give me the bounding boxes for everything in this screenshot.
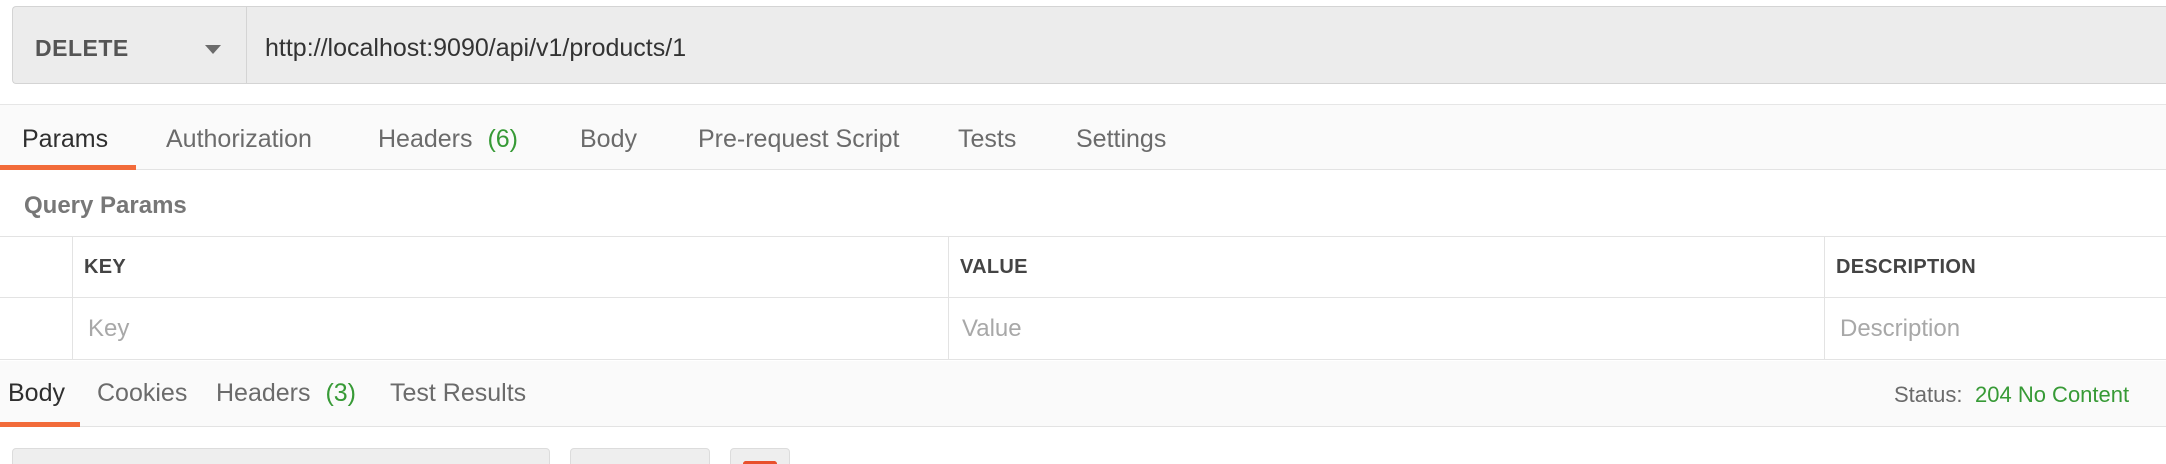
response-tab-body[interactable]: Body — [8, 361, 65, 427]
active-tab-indicator — [0, 165, 136, 170]
status-label: Status: — [1894, 382, 1963, 407]
headers-count: (6) — [487, 125, 519, 153]
tab-label: Tests — [958, 125, 1017, 153]
column-header-key: KEY — [84, 256, 127, 278]
description-input[interactable]: Description — [1840, 315, 1960, 343]
response-tabs: Body Cookies Headers (3) Test Results St… — [0, 361, 2166, 427]
tab-tests[interactable]: Tests — [958, 105, 1016, 171]
tab-body[interactable]: Body — [580, 105, 637, 171]
active-tab-indicator — [0, 422, 80, 427]
tab-label: Settings — [1076, 125, 1167, 153]
request-url-bar: DELETE http://localhost:9090/api/v1/prod… — [0, 0, 2166, 104]
tab-headers[interactable]: Headers (6) — [378, 105, 518, 171]
tab-pre-request-script[interactable]: Pre-request Script — [698, 105, 899, 171]
value-input[interactable]: Value — [962, 315, 1022, 343]
method-select[interactable]: DELETE — [12, 6, 246, 84]
tab-label: Body — [8, 379, 65, 407]
tab-label: Test Results — [390, 379, 527, 407]
tab-label: Headers — [378, 125, 473, 153]
tab-label: Headers — [216, 379, 311, 407]
column-header-value: VALUE — [960, 256, 1028, 278]
tab-label: Cookies — [97, 379, 188, 407]
key-input[interactable]: Key — [88, 315, 129, 343]
tab-settings[interactable]: Settings — [1076, 105, 1166, 171]
query-params-title: Query Params — [24, 192, 187, 219]
column-divider — [1824, 236, 1825, 360]
tab-label: Authorization — [166, 125, 312, 153]
response-tab-cookies[interactable]: Cookies — [97, 361, 187, 427]
tab-params[interactable]: Params — [22, 105, 108, 171]
column-divider — [948, 236, 949, 360]
response-tab-headers[interactable]: Headers (3) — [216, 361, 356, 427]
response-view-button[interactable] — [570, 448, 710, 464]
url-input[interactable]: http://localhost:9090/api/v1/products/1 — [246, 6, 2166, 84]
query-params-table: KEY VALUE DESCRIPTION Key Value Descript… — [0, 236, 2166, 360]
tab-label: Body — [580, 125, 637, 153]
column-header-description: DESCRIPTION — [1836, 256, 1976, 278]
tab-authorization[interactable]: Authorization — [166, 105, 312, 171]
tab-label: Pre-request Script — [698, 125, 900, 153]
url-text: http://localhost:9090/api/v1/products/1 — [265, 34, 687, 62]
headers-count: (3) — [325, 379, 357, 407]
response-format-select[interactable] — [12, 448, 550, 464]
tab-label: Params — [22, 125, 109, 153]
request-tabs: Params Authorization Headers (6) Body Pr… — [0, 104, 2166, 170]
wrap-lines-button[interactable] — [730, 448, 790, 464]
status-value: 204 No Content — [1975, 382, 2130, 407]
chevron-down-icon — [205, 45, 221, 54]
response-tab-test-results[interactable]: Test Results — [390, 361, 526, 427]
column-divider — [72, 236, 73, 360]
method-label: DELETE — [35, 35, 129, 61]
